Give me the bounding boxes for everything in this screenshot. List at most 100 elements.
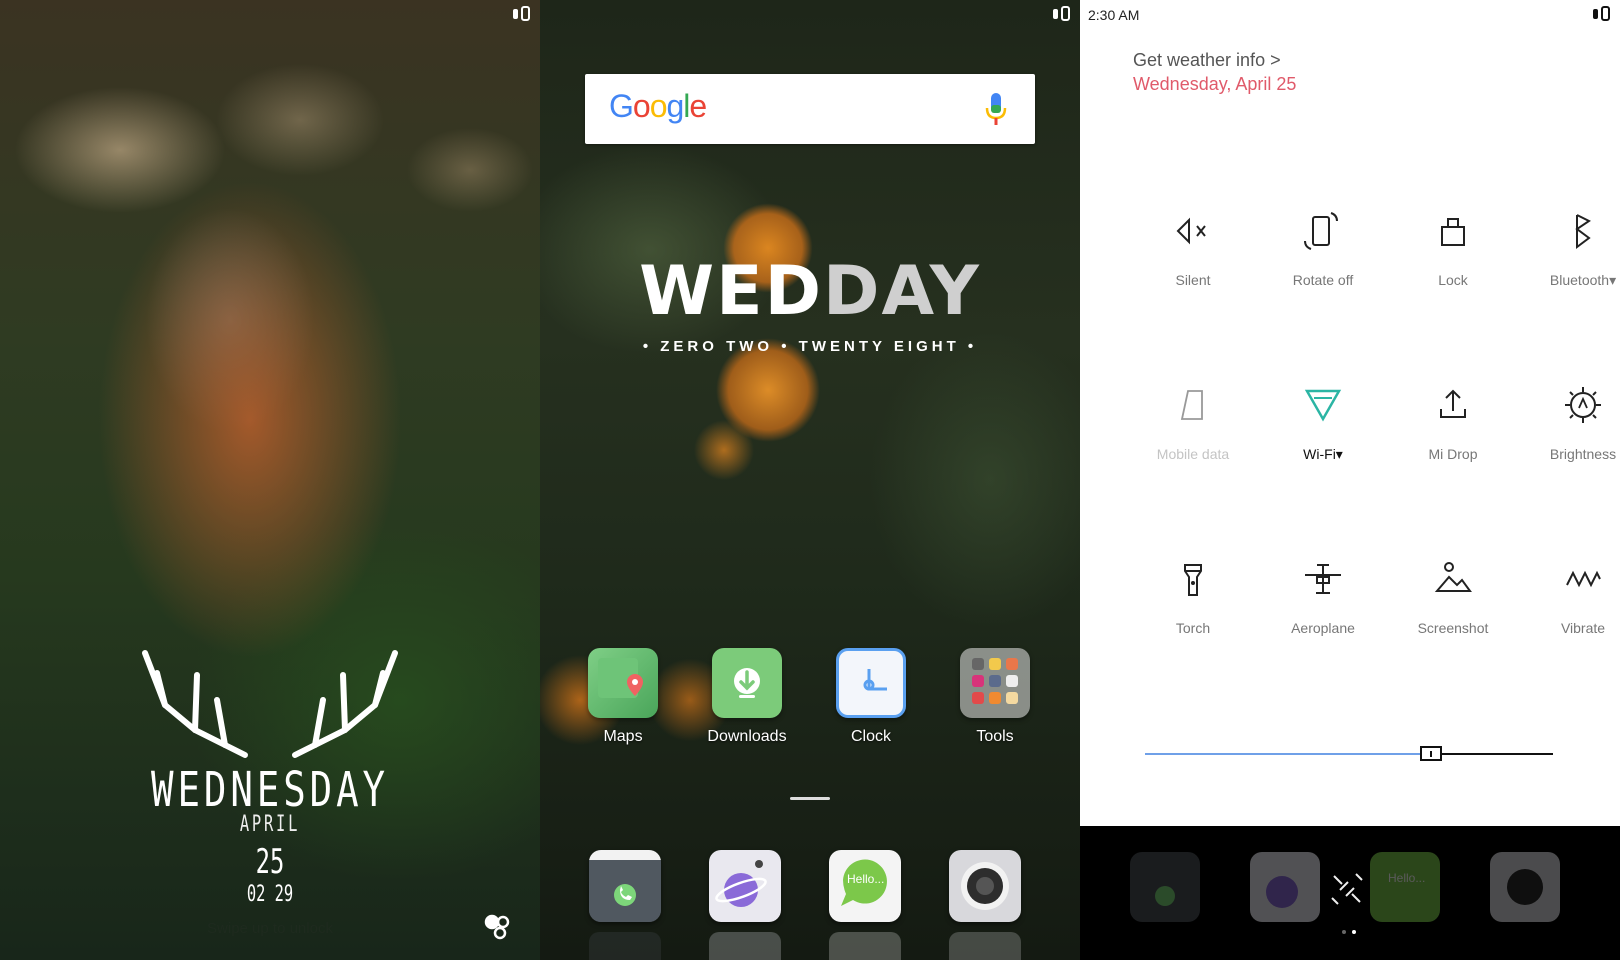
tile-label: Vibrate	[1560, 620, 1606, 636]
browser-icon	[1266, 876, 1298, 908]
dock-browser[interactable]	[709, 850, 781, 922]
map-pin-icon	[598, 658, 643, 698]
phone-icon	[589, 850, 661, 922]
app-downloads[interactable]: Downloads	[692, 648, 802, 746]
status-bar-icons	[513, 6, 530, 21]
tile-label: Wi-Fi▾	[1303, 446, 1343, 462]
camera-icon	[1507, 869, 1543, 905]
dock-phone[interactable]	[589, 850, 661, 922]
battery-icon	[521, 6, 530, 21]
widget-title-part1: WED	[639, 252, 824, 331]
battery-icon	[1061, 6, 1070, 21]
folder-grid-icon	[972, 658, 1018, 704]
tile-label: Aeroplane	[1291, 620, 1355, 636]
silent-icon	[1176, 217, 1206, 245]
widget-subtitle: • ZERO TWO • TWENTY EIGHT •	[642, 338, 978, 355]
satellite-icon	[1331, 873, 1363, 905]
google-logo: Google	[609, 88, 707, 125]
tile-label: Mi Drop	[1428, 446, 1478, 462]
messages-icon: Hello...	[841, 859, 887, 906]
app-tools-folder[interactable]: Tools	[940, 648, 1050, 746]
quick-settings-panel: 2:30 AM Get weather info > Wednesday, Ap…	[1080, 0, 1620, 826]
page-indicator	[790, 797, 830, 800]
torch-icon	[1184, 564, 1202, 596]
tile-torch[interactable]: Torch	[1128, 558, 1258, 636]
app-label: Tools	[976, 728, 1014, 745]
antlers-icon	[142, 650, 398, 758]
dock-camera[interactable]	[949, 850, 1021, 922]
tile-vibrate[interactable]: Vibrate	[1518, 558, 1620, 636]
app-label: Downloads	[707, 728, 787, 745]
dock-messages[interactable]: Hello...	[829, 850, 901, 922]
phone-icon	[1155, 886, 1175, 906]
aeroplane-icon	[1305, 564, 1341, 594]
tile-aeroplane[interactable]: Aeroplane	[1258, 558, 1388, 636]
tile-lock[interactable]: Lock	[1388, 210, 1518, 288]
dock-reflection	[829, 932, 901, 960]
brightness-slider-thumb[interactable]	[1419, 746, 1442, 761]
dock-reflection	[709, 932, 781, 960]
quick-settings-screen: 2:30 AM Get weather info > Wednesday, Ap…	[1080, 0, 1620, 960]
tile-rotate[interactable]: Rotate off	[1258, 210, 1388, 288]
tile-mobile-data[interactable]: Mobile data	[1128, 384, 1258, 462]
wifi-icon	[1304, 389, 1342, 422]
signal-icon	[1053, 8, 1058, 19]
tile-wifi[interactable]: Wi-Fi▾	[1258, 384, 1388, 463]
recent-camera[interactable]	[1490, 852, 1560, 922]
app-clock[interactable]: Clock	[816, 648, 926, 746]
google-logo-letter: g	[666, 88, 684, 124]
weather-link[interactable]: Get weather info >	[1133, 50, 1281, 71]
tile-label: Screenshot	[1417, 620, 1489, 636]
download-icon	[712, 648, 782, 718]
app-maps[interactable]: Maps	[568, 648, 678, 746]
lock-icon	[1441, 218, 1465, 246]
tile-label: Silent	[1175, 272, 1211, 288]
download-arrow-icon	[734, 668, 760, 698]
brightness-slider-track-filled[interactable]	[1145, 753, 1420, 755]
app-label: Clock	[850, 728, 891, 745]
tile-silent[interactable]: Silent	[1128, 210, 1258, 288]
clock-hands-icon	[863, 669, 887, 691]
maps-icon	[588, 648, 658, 718]
recent-phone[interactable]	[1130, 852, 1200, 922]
brightness-icon	[1565, 387, 1601, 423]
signal-icon	[1593, 8, 1598, 19]
qs-date: Wednesday, April 25	[1133, 74, 1297, 94]
recent-browser[interactable]	[1250, 852, 1320, 922]
mic-icon[interactable]	[985, 92, 1007, 126]
messages-icon: Hello...	[1388, 871, 1425, 885]
lock-month: APRIL	[239, 812, 301, 837]
recent-messages-text: Hello...	[1388, 871, 1425, 885]
battery-icon	[1601, 6, 1610, 21]
lock-time: 02 29	[246, 882, 294, 907]
folder-icon	[960, 648, 1030, 718]
hexagon-shortcut-icon[interactable]	[483, 913, 511, 941]
lock-day: WEDNESDAY	[151, 762, 389, 818]
tile-brightness[interactable]: Brightness	[1518, 384, 1620, 462]
brightness-slider-track[interactable]	[1441, 753, 1553, 755]
tile-label: Torch	[1175, 620, 1211, 636]
tile-bluetooth[interactable]: Bluetooth▾	[1518, 210, 1620, 289]
rotate-icon	[1304, 212, 1338, 250]
google-logo-letter: o	[632, 88, 651, 124]
tile-label: Brightness	[1549, 446, 1617, 462]
dock-reflection	[949, 932, 1021, 960]
dock-reflection	[589, 932, 661, 960]
status-time: 2:30 AM	[1088, 7, 1140, 23]
google-search-bar[interactable]: Google	[585, 74, 1035, 144]
status-bar-icons	[1593, 6, 1610, 21]
clock-icon	[836, 648, 906, 718]
home-screen: Google WEDDAY • ZERO TWO • TWENTY EIGHT …	[540, 0, 1080, 960]
tile-mi-drop[interactable]: Mi Drop	[1388, 384, 1518, 462]
messages-preview-text: Hello...	[847, 872, 884, 886]
swipe-hint: Swipe up to unlock	[207, 920, 333, 937]
page-dots	[1342, 930, 1356, 934]
tile-screenshot[interactable]: Screenshot	[1388, 558, 1518, 636]
lock-date: 25	[255, 842, 285, 882]
signal-icon	[513, 8, 518, 19]
lock-screen[interactable]: WEDNESDAY APRIL 25 02 29 Swipe up to unl…	[0, 0, 540, 960]
tile-label: Rotate off	[1292, 272, 1354, 288]
bluetooth-icon	[1575, 214, 1591, 249]
recent-messages[interactable]: Hello...	[1370, 852, 1440, 922]
camera-icon	[961, 862, 1009, 910]
